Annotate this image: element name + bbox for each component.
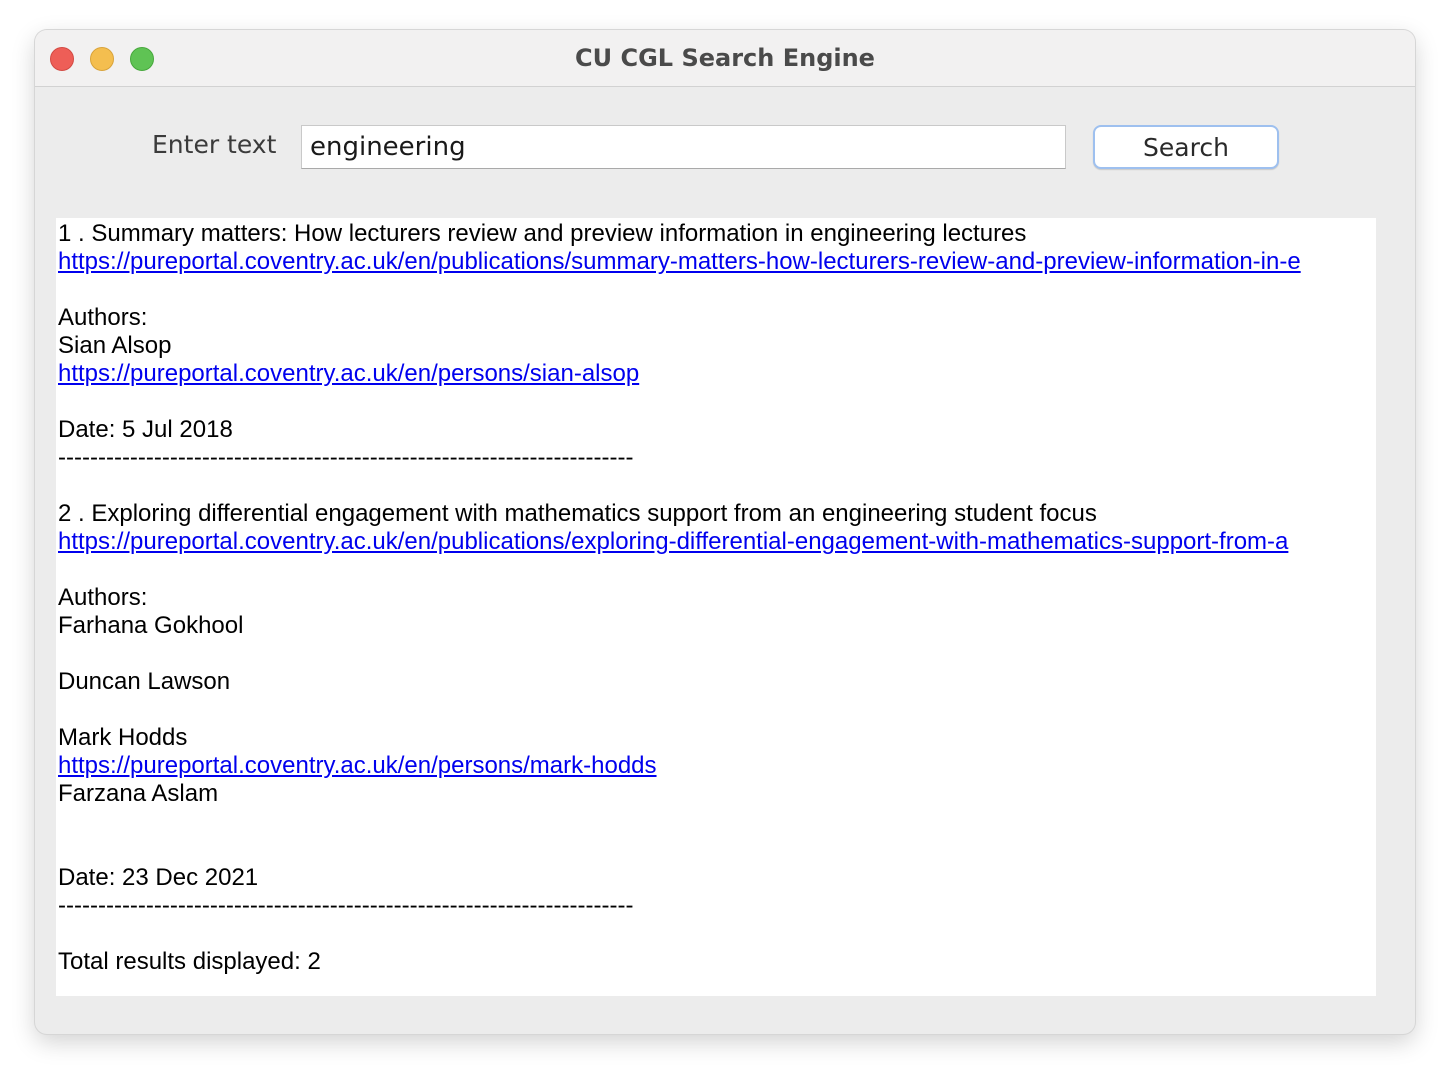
app-window: CU CGL Search Engine Enter text Search 1… xyxy=(35,30,1415,1034)
window-title: CU CGL Search Engine xyxy=(575,44,875,72)
author-link[interactable]: https://pureportal.coventry.ac.uk/en/per… xyxy=(58,752,657,779)
result-separator: ----------------------------------------… xyxy=(58,892,634,919)
total-results: Total results displayed: 2 xyxy=(58,948,321,975)
author-name: Duncan Lawson xyxy=(58,668,231,695)
title-bar[interactable]: CU CGL Search Engine xyxy=(35,30,1415,87)
search-input[interactable] xyxy=(301,125,1066,169)
results-panel[interactable]: 1 . Summary matters: How lecturers revie… xyxy=(56,218,1376,996)
author-link[interactable]: https://pureportal.coventry.ac.uk/en/per… xyxy=(58,360,639,387)
result-title: 2 . Exploring differential engagement wi… xyxy=(58,500,1097,527)
author-name: Farhana Gokhool xyxy=(58,612,244,639)
search-button[interactable]: Search xyxy=(1093,125,1279,169)
author-name: Farzana Aslam xyxy=(58,780,219,807)
result-date: Date: 5 Jul 2018 xyxy=(58,416,233,443)
result-link[interactable]: https://pureportal.coventry.ac.uk/en/pub… xyxy=(58,528,1288,555)
enter-text-label: Enter text xyxy=(152,130,277,159)
authors-label: Authors: xyxy=(58,304,148,331)
result-link[interactable]: https://pureportal.coventry.ac.uk/en/pub… xyxy=(58,248,1301,275)
author-name: Sian Alsop xyxy=(58,332,172,359)
author-name: Mark Hodds xyxy=(58,724,188,751)
result-date: Date: 23 Dec 2021 xyxy=(58,864,259,891)
result-title: 1 . Summary matters: How lecturers revie… xyxy=(58,220,1027,247)
result-separator: ----------------------------------------… xyxy=(58,444,634,471)
authors-label: Authors: xyxy=(58,584,148,611)
